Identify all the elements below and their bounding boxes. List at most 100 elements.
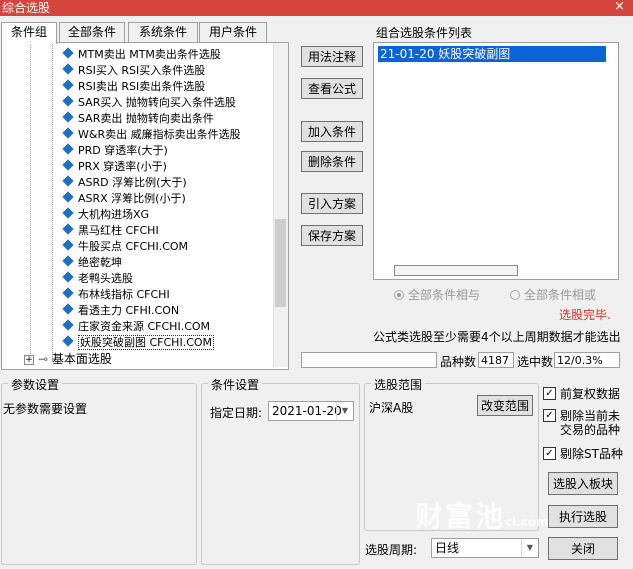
- to-block-button[interactable]: 选股入板块: [548, 472, 618, 495]
- formula-diamond-icon: [62, 159, 74, 171]
- params-legend: 参数设置: [8, 376, 63, 393]
- count-value: 4187: [478, 352, 514, 368]
- tree-item[interactable]: 大机构进场XG: [62, 207, 149, 223]
- scrollbar-thumb[interactable]: [275, 219, 286, 307]
- tree-item[interactable]: MTM卖出 MTM卖出条件选股: [62, 47, 221, 63]
- condition-list-item[interactable]: 21-01-20 妖股突破副图: [378, 46, 606, 62]
- tree-item[interactable]: SAR卖出 抛物转向卖出条件: [62, 111, 214, 127]
- tree-scrollbar[interactable]: [273, 43, 288, 367]
- tree-item-label: ASRX 浮筹比例(小于): [78, 192, 186, 205]
- tree-item-label: 庄家资金来源 CFCHI.COM: [78, 320, 211, 333]
- formula-diamond-icon: [62, 111, 74, 123]
- tree-item[interactable]: PRX 穿透率(小于): [62, 159, 167, 175]
- tree-item-label: 布林线指标 CFCHI: [78, 288, 170, 301]
- tree-item[interactable]: SAR买入 抛物转向买入条件选股: [62, 95, 236, 111]
- condition-tree[interactable]: MTM卖出 MTM卖出条件选股 RSI买入 RSI买入条件选股 RSI卖出 RSI卖…: [1, 42, 289, 370]
- watermark: 财富池ci.com: [415, 495, 549, 535]
- tree-item[interactable]: 庄家资金来源 CFCHI.COM: [62, 319, 210, 335]
- condition-list[interactable]: 21-01-20 妖股突破副图: [373, 42, 619, 280]
- tree-item-label: 妖股突破副图 CFCHI.COM: [78, 335, 215, 350]
- tree-item-label: W&R卖出 威廉指标卖出条件选股: [78, 128, 241, 141]
- formula-diamond-icon: [62, 207, 74, 219]
- tree-item-label: 老鸭头选股: [78, 272, 133, 285]
- checkmark-icon: ✓: [543, 409, 556, 422]
- save-plan-button[interactable]: 保存方案: [301, 225, 363, 246]
- formula-diamond-icon: [62, 223, 74, 235]
- checkmark-icon: ✓: [543, 387, 556, 400]
- radio-or[interactable]: 全部条件相或: [510, 286, 596, 303]
- formula-diamond-icon: [62, 335, 74, 347]
- tree-item[interactable]: 妖股突破副图 CFCHI.COM: [62, 335, 215, 351]
- params-group: 参数设置 无参数需要设置: [1, 376, 197, 565]
- formula-diamond-icon: [62, 271, 74, 283]
- close-button[interactable]: 关闭: [548, 537, 618, 560]
- selected-label: 选中数: [517, 355, 554, 369]
- range-value: 沪深A股: [369, 401, 414, 415]
- change-range-button[interactable]: 改变范围: [477, 395, 533, 416]
- check-remove-st-label: 剔除ST品种: [560, 447, 623, 461]
- date-picker[interactable]: 2021-01-20 ▼: [268, 401, 354, 421]
- tree-node-fundamental[interactable]: + ⊸ 基本面选股: [24, 351, 112, 367]
- usage-button[interactable]: 用法注释: [301, 46, 363, 67]
- formula-diamond-icon: [62, 143, 74, 155]
- period-value: 日线: [435, 541, 460, 555]
- tree-item[interactable]: 看透主力 CFHI.CON: [62, 303, 179, 319]
- period-select[interactable]: 日线 ▼: [431, 538, 539, 558]
- radio-and-label: 全部条件相与: [408, 288, 481, 302]
- list-hscrollbar[interactable]: [394, 265, 518, 276]
- formula-diamond-icon: [62, 95, 74, 107]
- radio-dot-icon: [394, 290, 404, 300]
- watermark-text: 财富池: [415, 500, 506, 533]
- formula-diamond-icon: [62, 319, 74, 331]
- expand-icon[interactable]: +: [24, 355, 34, 365]
- cond-settings-legend: 条件设置: [208, 376, 263, 393]
- tree-item-label: 看透主力 CFHI.CON: [78, 304, 180, 317]
- range-legend: 选股范围: [371, 376, 426, 393]
- tree-item-label: 大机构进场XG: [78, 208, 150, 221]
- tree-item[interactable]: RSI卖出 RSI卖出条件选股: [62, 79, 205, 95]
- add-condition-button[interactable]: 加入条件: [301, 121, 363, 142]
- formula-diamond-icon: [62, 303, 74, 315]
- tree-item[interactable]: PRD 穿透率(大于): [62, 143, 168, 159]
- dropdown-arrow-icon[interactable]: ▼: [336, 402, 353, 420]
- formula-diamond-icon: [62, 255, 74, 267]
- formula-diamond-icon: [62, 127, 74, 139]
- watermark-suffix: ci.com: [505, 515, 549, 529]
- execute-button[interactable]: 执行选股: [548, 505, 618, 528]
- tree-item[interactable]: 老鸭头选股: [62, 271, 133, 287]
- radio-and[interactable]: 全部条件相与: [394, 286, 480, 303]
- formula-diamond-icon: [62, 47, 74, 59]
- tree-item-label: PRD 穿透率(大于): [78, 144, 168, 157]
- formula-diamond-icon: [62, 191, 74, 203]
- check-remove-untraded-label: 剔除当前未交易的品种: [560, 409, 621, 437]
- import-plan-button[interactable]: 引入方案: [301, 193, 363, 214]
- tree-item[interactable]: 黑马红柱 CFCHI: [62, 223, 159, 239]
- view-formula-button[interactable]: 查看公式: [301, 78, 363, 99]
- count-label: 品种数: [440, 355, 477, 369]
- tree-node-label: 基本面选股: [51, 352, 112, 366]
- dropdown-arrow-icon[interactable]: ▼: [521, 539, 538, 557]
- check-fq-label: 前复权数据: [560, 387, 621, 401]
- condition-list-label: 组合选股条件列表: [376, 26, 473, 40]
- tab-user-conditions[interactable]: 用户条件: [199, 22, 267, 42]
- tab-condition-group[interactable]: 条件组: [1, 22, 57, 44]
- params-text: 无参数需要设置: [3, 402, 88, 416]
- tree-item[interactable]: ASRX 浮筹比例(小于): [62, 191, 186, 207]
- formula-diamond-icon: [62, 239, 74, 251]
- tab-all-conditions[interactable]: 全部条件: [59, 22, 125, 42]
- tree-item[interactable]: ASRD 浮筹比例(大于): [62, 175, 187, 191]
- tree-item[interactable]: 布林线指标 CFCHI: [62, 287, 170, 303]
- tree-item[interactable]: RSI买入 RSI买入条件选股: [62, 63, 205, 79]
- delete-condition-button[interactable]: 删除条件: [301, 151, 363, 172]
- tree-item-label: ASRD 浮筹比例(大于): [78, 176, 187, 189]
- tree-item[interactable]: 牛股买点 CFCHI.COM: [62, 239, 188, 255]
- tree-item-label: RSI卖出 RSI卖出条件选股: [78, 80, 206, 93]
- tree-item-label: MTM卖出 MTM卖出条件选股: [78, 48, 221, 61]
- tab-system-conditions[interactable]: 系统条件: [128, 22, 198, 42]
- tree-item[interactable]: W&R卖出 威廉指标卖出条件选股: [62, 127, 241, 143]
- tree-item-label: SAR买入 抛物转向买入条件选股: [78, 96, 236, 109]
- formula-diamond-icon: [62, 79, 74, 91]
- close-icon[interactable]: ×: [614, 0, 625, 15]
- cond-settings-group: 条件设置 指定日期: 2021-01-20 ▼: [201, 376, 360, 565]
- tree-item[interactable]: 绝密乾坤: [62, 255, 122, 271]
